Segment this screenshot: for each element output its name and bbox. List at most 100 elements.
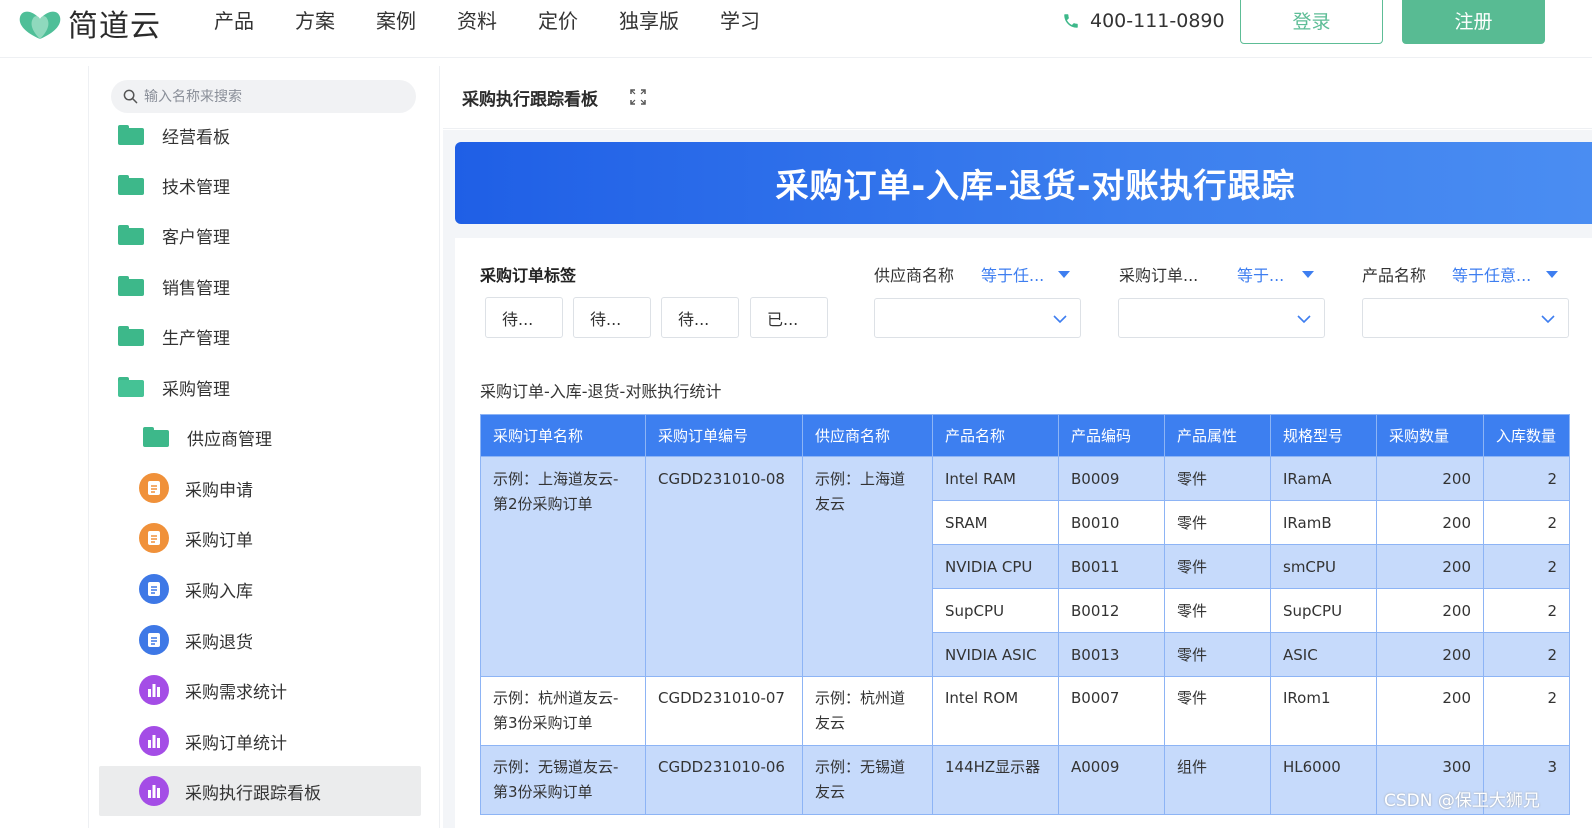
- table-row[interactable]: 示例：上海道友云- 第2份采购订单 CGDD231010-08 示例：上海道 友…: [480, 456, 1570, 677]
- qty-cell: 200: [1376, 676, 1484, 746]
- search-input[interactable]: [144, 88, 384, 105]
- sidebar-item-sales[interactable]: 销售管理: [89, 263, 429, 309]
- product-code-cell: B0012: [1058, 588, 1165, 633]
- sidebar: 经营看板 技术管理 客户管理 销售管理 生产管理 采购管理 供应商管理 采购申请…: [88, 66, 440, 828]
- folder-icon: [118, 225, 144, 245]
- sidebar-item-order-stats[interactable]: 采购订单统计: [89, 718, 429, 764]
- supplier-cell: 示例：上海道 友云: [802, 456, 933, 677]
- logo-text: 简道云: [68, 9, 161, 44]
- sidebar-item-label: 采购管理: [162, 379, 230, 400]
- sidebar-item-purchasing[interactable]: 采购管理: [89, 364, 429, 410]
- nav-item-solutions[interactable]: 方案: [295, 6, 335, 36]
- nav-item-cases[interactable]: 案例: [376, 6, 416, 36]
- column-header[interactable]: 产品属性: [1164, 414, 1271, 457]
- tag-option-2[interactable]: 待...: [573, 297, 651, 338]
- caret-down-icon[interactable]: [1302, 271, 1314, 278]
- caret-down-icon[interactable]: [1058, 271, 1070, 278]
- sidebar-item-business-board[interactable]: 经营看板: [89, 112, 429, 158]
- order-select[interactable]: [1118, 298, 1325, 338]
- top-navbar: 简道云 产品 方案 案例 资料 定价 独享版 学习 400-111-0890 登…: [0, 0, 1592, 58]
- qty-cell: 200: [1376, 632, 1484, 677]
- sidebar-item-label: 采购需求统计: [185, 682, 287, 703]
- folder-icon: [118, 175, 144, 195]
- nav-item-products[interactable]: 产品: [214, 6, 254, 36]
- product-filter-operator[interactable]: 等于任意...: [1452, 262, 1531, 286]
- spec-cell: IRom1: [1270, 676, 1377, 746]
- fullscreen-icon[interactable]: [630, 89, 646, 105]
- inbound-cell: 2: [1483, 676, 1570, 746]
- sidebar-item-label: 采购入库: [185, 581, 253, 602]
- sidebar-item-suppliers[interactable]: 供应商管理: [89, 414, 429, 460]
- supplier-filter-operator[interactable]: 等于任...: [981, 262, 1044, 286]
- nav-item-dedicated[interactable]: 独享版: [619, 6, 679, 36]
- tag-option-1[interactable]: 待...: [485, 297, 563, 338]
- banner: 采购订单-入库-退货-对账执行跟踪: [455, 142, 1592, 224]
- column-header[interactable]: 规格型号: [1270, 414, 1377, 457]
- chevron-down-icon: [1297, 315, 1311, 324]
- folder-icon: [118, 326, 144, 346]
- watermark: CSDN @保卫大狮兄: [1384, 791, 1540, 811]
- tag-option-4[interactable]: 已...: [750, 297, 828, 338]
- supplier-select[interactable]: [874, 298, 1081, 338]
- sidebar-item-label: 采购订单: [185, 530, 253, 551]
- login-button[interactable]: 登录: [1240, 0, 1383, 44]
- supplier-filter-label: 供应商名称: [874, 266, 955, 285]
- sidebar-item-label: 采购订单统计: [185, 733, 287, 754]
- product-code-cell: B0013: [1058, 632, 1165, 677]
- product-attr-cell: 零件: [1164, 500, 1271, 545]
- nav-item-pricing[interactable]: 定价: [538, 6, 578, 36]
- order-no-cell: CGDD231010-06: [645, 745, 803, 815]
- product-select[interactable]: [1362, 298, 1569, 338]
- sidebar-item-label: 技术管理: [162, 177, 230, 198]
- sidebar-item-purchase-return[interactable]: 采购退货: [89, 617, 429, 663]
- nav-item-resources[interactable]: 资料: [457, 6, 497, 36]
- tag-option-3[interactable]: 待...: [661, 297, 739, 338]
- caret-down-icon[interactable]: [1546, 271, 1558, 278]
- column-header[interactable]: 供应商名称: [802, 414, 933, 457]
- nav-item-learn[interactable]: 学习: [720, 6, 760, 36]
- order-filter-operator[interactable]: 等于...: [1237, 262, 1284, 286]
- sidebar-item-tracking-board[interactable]: 采购执行跟踪看板: [99, 766, 421, 816]
- logo[interactable]: 简道云: [16, 4, 161, 44]
- sidebar-item-purchase-request[interactable]: 采购申请: [89, 465, 429, 511]
- spec-cell: SupCPU: [1270, 588, 1377, 633]
- phone-number: 400-111-0890: [1090, 10, 1225, 32]
- sidebar-item-demand-stats[interactable]: 采购需求统计: [89, 667, 429, 713]
- product-code-cell: B0011: [1058, 544, 1165, 589]
- page-title: 采购执行跟踪看板: [462, 89, 598, 110]
- column-header[interactable]: 采购订单编号: [645, 414, 803, 457]
- banner-title: 采购订单-入库-退货-对账执行跟踪: [775, 166, 1296, 205]
- column-header[interactable]: 入库数量: [1483, 414, 1570, 457]
- register-button[interactable]: 注册: [1402, 0, 1545, 44]
- column-header[interactable]: 采购订单名称: [480, 414, 646, 457]
- qty-cell: 200: [1376, 456, 1484, 501]
- column-header[interactable]: 产品编码: [1058, 414, 1165, 457]
- main-content: 采购执行跟踪看板 采购订单-入库-退货-对账执行跟踪 采购订单标签 待... 待…: [443, 66, 1592, 828]
- product-attr-cell: 组件: [1164, 745, 1271, 815]
- table-header-row: 采购订单名称 采购订单编号 供应商名称 产品名称 产品编码 产品属性 规格型号 …: [480, 414, 1570, 457]
- tracking-panel: 采购订单标签 待... 待... 待... 已... 供应商名称 等于任... …: [455, 238, 1592, 828]
- product-name-cell: 144HZ显示器: [932, 745, 1059, 815]
- column-header[interactable]: 产品名称: [932, 414, 1059, 457]
- sidebar-item-purchase-inbound[interactable]: 采购入库: [89, 566, 429, 612]
- supplier-cell: 示例：杭州道 友云: [802, 676, 933, 746]
- product-name-cell: NVIDIA CPU: [932, 544, 1059, 589]
- tracking-table: 采购订单名称 采购订单编号 供应商名称 产品名称 产品编码 产品属性 规格型号 …: [480, 414, 1570, 815]
- search-icon: [123, 89, 138, 104]
- table-row[interactable]: 示例：杭州道友云- 第3份采购订单 CGDD231010-07 示例：杭州道 友…: [480, 676, 1570, 746]
- form-icon: [139, 625, 169, 655]
- spec-cell: IRamB: [1270, 500, 1377, 545]
- sidebar-item-tech[interactable]: 技术管理: [89, 162, 429, 208]
- phone-contact[interactable]: 400-111-0890: [1062, 6, 1225, 36]
- folder-open-icon: [118, 377, 144, 397]
- column-header[interactable]: 采购数量: [1376, 414, 1484, 457]
- folder-icon: [118, 276, 144, 296]
- sidebar-item-purchase-order[interactable]: 采购订单: [89, 515, 429, 561]
- sidebar-item-production[interactable]: 生产管理: [89, 313, 429, 359]
- search-box[interactable]: [111, 80, 416, 113]
- order-filter-label: 采购订单...: [1119, 266, 1199, 285]
- inbound-cell: 2: [1483, 456, 1570, 501]
- sidebar-item-customers[interactable]: 客户管理: [89, 212, 429, 258]
- qty-cell: 200: [1376, 588, 1484, 633]
- sidebar-item-label: 供应商管理: [187, 429, 272, 450]
